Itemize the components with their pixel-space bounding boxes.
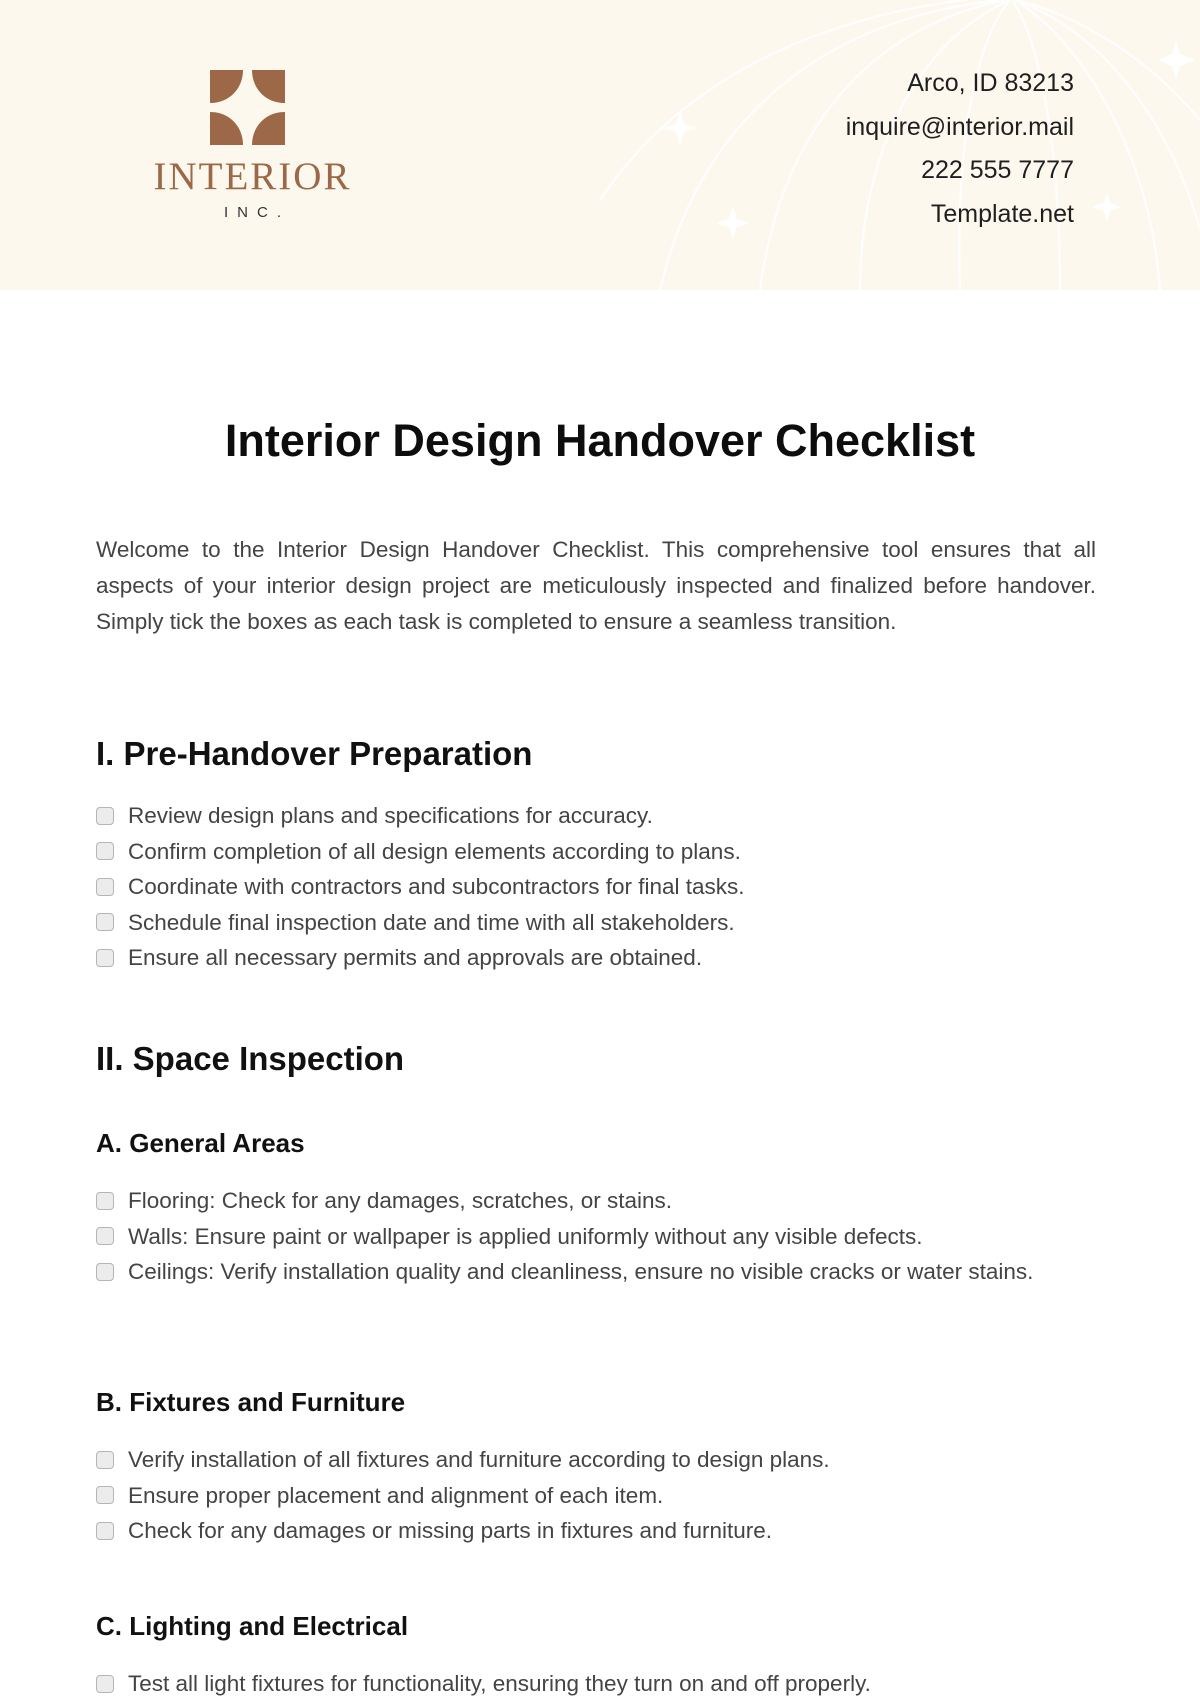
- checklist-item[interactable]: Test all light fixtures for functionalit…: [96, 1666, 1096, 1700]
- contact-email[interactable]: inquire@interior.mail: [846, 106, 1074, 150]
- logo-wordmark: INTERIOR: [153, 155, 352, 198]
- logo-subtitle: INC.: [224, 204, 290, 221]
- checkbox[interactable]: [96, 948, 114, 967]
- checkbox[interactable]: [96, 1450, 114, 1469]
- checklist-item-text: Coordinate with contractors and subcontr…: [128, 874, 745, 899]
- checklist-lighting-electrical: Test all light fixtures for functionalit…: [96, 1666, 1096, 1700]
- intro-paragraph: Welcome to the Interior Design Handover …: [96, 537, 1096, 634]
- letterhead: INTERIOR INC. Arco, ID 83213 inquire@int…: [0, 0, 1200, 290]
- checklist-item-text: Walls: Ensure paint or wallpaper is appl…: [128, 1223, 923, 1249]
- contact-address: Arco, ID 83213: [907, 69, 1074, 97]
- checklist-item[interactable]: Ceilings: Verify installation quality an…: [96, 1254, 1096, 1290]
- subsection-heading: A. General Areas: [96, 1128, 305, 1158]
- checklist-item-text: Ensure proper placement and alignment of…: [128, 1482, 664, 1508]
- checklist-pre-handover: Review design plans and specifications f…: [96, 798, 1096, 976]
- checkbox[interactable]: [96, 877, 114, 896]
- checklist-item[interactable]: Verify installation of all fixtures and …: [96, 1442, 1096, 1478]
- subsection-heading: B. Fixtures and Furniture: [96, 1387, 406, 1417]
- checkbox[interactable]: [96, 1521, 114, 1540]
- section-heading: I. Pre-Handover Preparation: [96, 735, 533, 772]
- section-heading: II. Space Inspection: [96, 1040, 405, 1077]
- checkbox[interactable]: [96, 1262, 114, 1281]
- sparkle-icon: [716, 207, 750, 239]
- checkbox[interactable]: [96, 842, 114, 861]
- checklist-item[interactable]: Walls: Ensure paint or wallpaper is appl…: [96, 1219, 1096, 1255]
- checklist-item-text: Review design plans and specifications f…: [128, 803, 653, 828]
- checklist-item[interactable]: Ensure proper placement and alignment of…: [96, 1478, 1096, 1514]
- checklist-fixtures-furniture: Verify installation of all fixtures and …: [96, 1442, 1096, 1549]
- page-title: Interior Design Handover Checklist: [224, 415, 976, 466]
- checklist-item-text: Test all light fixtures for functionalit…: [128, 1671, 871, 1696]
- checkbox[interactable]: [96, 913, 114, 932]
- company-logo: INTERIOR INC.: [120, 70, 385, 230]
- checklist-item[interactable]: Review design plans and specifications f…: [96, 798, 1096, 834]
- checklist-item-text: Flooring: Check for any damages, scratch…: [128, 1188, 672, 1213]
- checkbox[interactable]: [96, 1486, 114, 1505]
- checklist-item-text: Check for any damages or missing parts i…: [128, 1518, 773, 1543]
- checklist-item[interactable]: Coordinate with contractors and subcontr…: [96, 869, 1096, 905]
- contact-website[interactable]: Template.net: [846, 193, 1074, 237]
- checklist-general-areas: Flooring: Check for any damages, scratch…: [96, 1183, 1096, 1290]
- sparkle-icon: [662, 110, 698, 146]
- checklist-item-text: Confirm completion of all design element…: [128, 838, 741, 864]
- checklist-item[interactable]: Ensure all necessary permits and approva…: [96, 940, 1096, 976]
- subsection-heading: C. Lighting and Electrical: [96, 1611, 409, 1641]
- checkbox[interactable]: [96, 1191, 114, 1210]
- sparkle-icon: [1158, 40, 1195, 80]
- checklist-item-text: Schedule final inspection date and time …: [128, 909, 735, 935]
- contact-info: Arco, ID 83213 inquire@interior.mail 222…: [846, 62, 1074, 236]
- checklist-item-text: Ensure all necessary permits and approva…: [128, 945, 703, 970]
- checklist-item[interactable]: Flooring: Check for any damages, scratch…: [96, 1183, 1096, 1219]
- checkbox[interactable]: [96, 1674, 114, 1693]
- checklist-item-text: Ceilings: Verify installation quality an…: [128, 1259, 1034, 1284]
- checklist-item[interactable]: Confirm completion of all design element…: [96, 834, 1096, 870]
- contact-phone: 222 555 7777: [921, 156, 1074, 184]
- logo-mark-icon: [210, 70, 285, 145]
- checkbox[interactable]: [96, 806, 114, 825]
- checklist-item[interactable]: Schedule final inspection date and time …: [96, 905, 1096, 941]
- checkbox[interactable]: [96, 1227, 114, 1246]
- checklist-item-text: Verify installation of all fixtures and …: [128, 1447, 830, 1472]
- sparkle-icon: [1092, 192, 1122, 222]
- checklist-item[interactable]: Check for any damages or missing parts i…: [96, 1513, 1096, 1549]
